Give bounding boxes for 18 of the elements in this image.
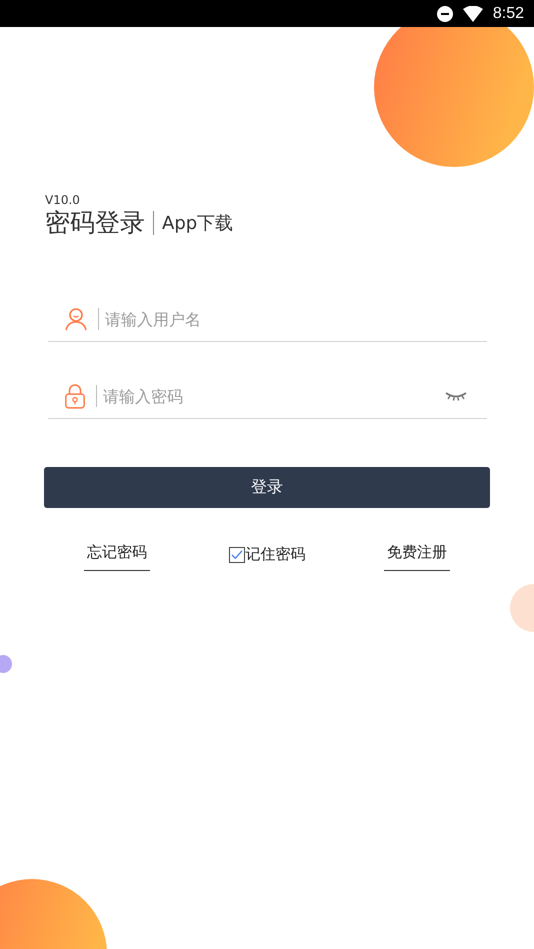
checkbox[interactable]	[228, 546, 244, 562]
checkbox-label: 记住密码	[246, 545, 306, 564]
wifi-icon	[462, 6, 483, 22]
checkmark-icon	[230, 550, 242, 560]
status-time: 8:52	[492, 4, 524, 22]
text-link[interactable]: 免费注册	[384, 535, 450, 571]
page-title: 密码登录	[45, 207, 145, 239]
remember-password-checkbox[interactable]: 记住密码	[228, 545, 306, 564]
do-not-disturb-icon	[436, 6, 453, 22]
text-link[interactable]: 忘记密码	[84, 535, 150, 571]
password-field[interactable]: 请输入密码	[103, 386, 445, 406]
lock-icon	[64, 383, 86, 409]
login-button[interactable]: 登录	[44, 467, 490, 508]
app-download-link[interactable]: App下载	[162, 211, 234, 235]
username-field[interactable]: 请输入用户名	[105, 310, 487, 328]
version-label: V10.0	[45, 193, 81, 207]
closed-eye-icon[interactable]	[445, 391, 467, 401]
user-icon	[64, 307, 88, 331]
